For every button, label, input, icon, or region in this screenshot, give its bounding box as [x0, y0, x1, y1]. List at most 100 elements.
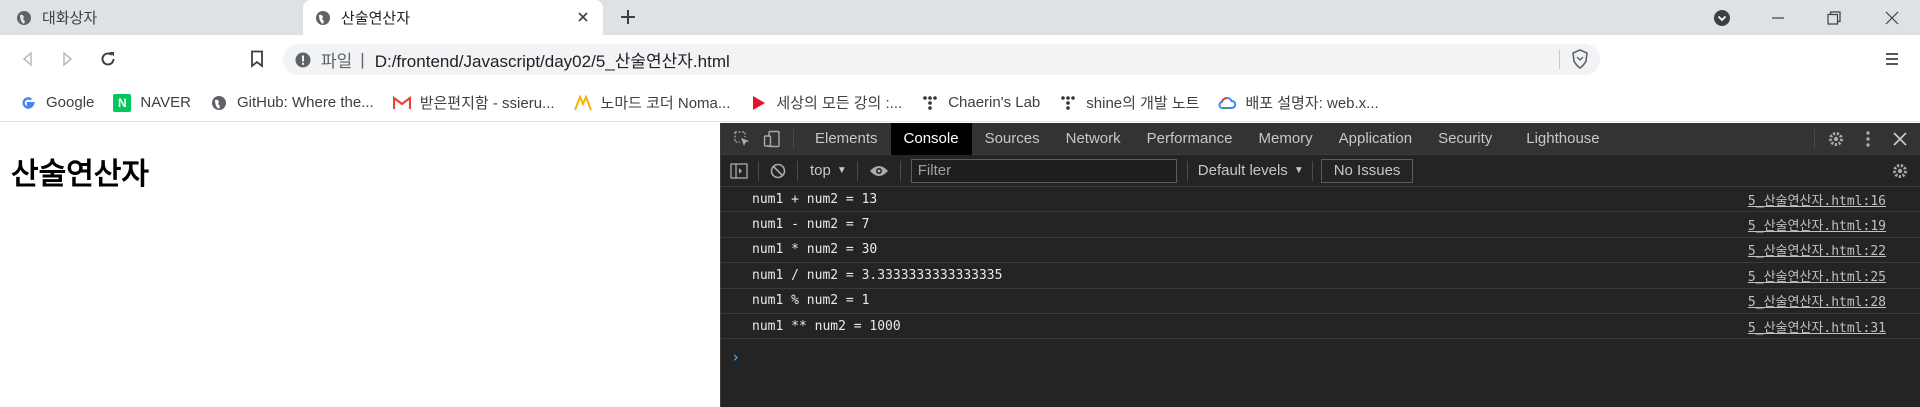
log-text: num1 / num2 = 3.3333333333333335 — [752, 267, 1003, 283]
dropdown-arrow-icon: ▼ — [836, 165, 847, 176]
tab-search-button[interactable] — [1694, 0, 1750, 35]
tab-arithmetic[interactable]: 산술연산자 — [303, 0, 603, 35]
bookmark-label: 세상의 모든 강의 :... — [776, 95, 903, 112]
console-toolbar: top ▼ Filter Default levels ▼ No Issues — [721, 155, 1920, 187]
browser-toolbar: 파일 | D:/frontend/Javascript/day02/5_산술연산… — [0, 35, 1920, 84]
source-link[interactable]: 5_산술연산자.html:22 — [1748, 240, 1886, 259]
filter-input[interactable]: Filter — [910, 158, 1177, 183]
source-link[interactable]: 5_산술연산자.html:25 — [1748, 266, 1886, 285]
tree-icon — [921, 94, 939, 112]
url-text[interactable]: D:/frontend/Javascript/day02/5_산술연산자.htm… — [375, 47, 730, 72]
reload-icon — [101, 52, 115, 66]
info-icon[interactable] — [295, 52, 311, 68]
bookmark-label: 배포 설명자: web.x... — [1245, 95, 1379, 112]
live-expression-button[interactable] — [868, 162, 890, 180]
bookmark-gmail[interactable]: 받은편지함 - ssieru... — [392, 92, 555, 113]
forward-button[interactable] — [55, 47, 79, 71]
tab-sources[interactable]: Sources — [972, 123, 1053, 155]
divider — [797, 160, 798, 181]
source-link[interactable]: 5_산술연산자.html:28 — [1748, 291, 1886, 310]
gear-icon — [1893, 164, 1907, 178]
tab-strip: 대화상자 산술연산자 — [0, 0, 1920, 35]
restore-button[interactable] — [1806, 0, 1862, 35]
nomad-icon — [573, 94, 592, 112]
bookmarks-bar: Google N NAVER GitHub: Where the... 받은편지… — [0, 84, 1920, 122]
close-icon[interactable] — [575, 9, 591, 25]
close-window-button[interactable] — [1864, 0, 1920, 35]
log-levels-dropdown[interactable]: Default levels ▼ — [1198, 162, 1304, 179]
bookmark-gcloud[interactable]: 배포 설명자: web.x... — [1218, 92, 1379, 113]
tab-memory[interactable]: Memory — [1246, 123, 1326, 155]
bookmark-label: Chaerin's Lab — [948, 94, 1041, 111]
brave-shield-icon[interactable] — [1570, 49, 1590, 70]
more-options-button[interactable] — [1859, 130, 1877, 148]
log-text: num1 + num2 = 13 — [752, 191, 878, 207]
close-devtools-button[interactable] — [1891, 130, 1909, 148]
tab-security[interactable]: Security — [1425, 123, 1505, 155]
divider — [1814, 129, 1815, 149]
bookmark-google[interactable]: Google — [19, 94, 94, 112]
device-toolbar-button[interactable] — [757, 123, 793, 155]
dropdown-arrow-icon: ▼ — [1293, 165, 1304, 176]
sidebar-toggle-button[interactable] — [730, 162, 748, 180]
bookmark-button[interactable] — [245, 47, 269, 71]
reload-button[interactable] — [96, 47, 120, 71]
divider — [899, 160, 901, 181]
console-settings-button[interactable] — [1891, 162, 1909, 180]
tab-application[interactable]: Application — [1326, 123, 1425, 155]
console-output: num1 + num2 = 13 5_산술연산자.html:16 num1 - … — [721, 187, 1920, 366]
page-heading: 산술연산자 — [11, 158, 149, 191]
divider — [856, 160, 858, 181]
tab-lighthouse[interactable]: Lighthouse — [1513, 123, 1612, 155]
tab-network[interactable]: Network — [1053, 123, 1134, 155]
bookmark-shine[interactable]: shine의 개발 노트 — [1059, 92, 1199, 113]
console-prompt[interactable]: › — [731, 348, 740, 366]
console-message: num1 / num2 = 3.3333333333333335 5_산술연산자… — [721, 263, 1920, 289]
bookmark-lectures[interactable]: 세상의 모든 강의 :... — [749, 92, 902, 113]
block-icon — [770, 163, 786, 178]
bookmark-label: GitHub: Where the... — [236, 94, 374, 111]
bookmark-label: Google — [46, 94, 95, 111]
source-link[interactable]: 5_산술연산자.html:16 — [1748, 190, 1886, 209]
new-tab-button[interactable] — [618, 7, 638, 27]
menu-button[interactable] — [1880, 47, 1904, 71]
log-levels-label: Default levels — [1197, 162, 1288, 179]
tab-dialog[interactable]: 대화상자 — [0, 0, 303, 35]
eye-icon — [869, 165, 888, 176]
bookmark-github[interactable]: GitHub: Where the... — [210, 94, 374, 112]
minimize-icon — [1772, 16, 1784, 19]
tab-elements[interactable]: Elements — [802, 123, 891, 155]
inspect-element-button[interactable] — [721, 123, 757, 155]
context-selector[interactable]: top ▼ — [810, 162, 847, 179]
source-link[interactable]: 5_산술연산자.html:19 — [1748, 215, 1886, 234]
context-value: top — [810, 162, 831, 179]
close-icon — [1885, 11, 1899, 24]
kebab-menu-icon — [1866, 131, 1870, 147]
console-message: num1 % num2 = 1 5_산술연산자.html:28 — [721, 289, 1920, 314]
bookmark-chaerin[interactable]: Chaerin's Lab — [921, 94, 1040, 112]
bookmark-label: 받은편지함 - ssieru... — [419, 95, 555, 112]
source-link[interactable]: 5_산술연산자.html:31 — [1748, 317, 1886, 336]
tab-console[interactable]: Console — [890, 122, 972, 155]
bookmark-label: shine의 개발 노트 — [1086, 95, 1200, 112]
clear-console-button[interactable] — [769, 162, 787, 180]
divider — [1186, 160, 1188, 181]
minimize-button[interactable] — [1750, 0, 1806, 35]
tab-performance[interactable]: Performance — [1134, 123, 1246, 155]
settings-button[interactable] — [1827, 130, 1845, 148]
tab-title: 산술연산자 — [341, 10, 411, 27]
back-button[interactable] — [16, 47, 40, 71]
log-text: num1 * num2 = 30 — [752, 242, 878, 258]
bookmark-nomad[interactable]: 노마드 코더 Noma... — [573, 92, 730, 113]
chevron-down-icon — [1714, 9, 1730, 26]
restore-icon — [1827, 10, 1841, 25]
globe-icon — [16, 10, 32, 26]
close-icon — [1893, 132, 1907, 146]
log-text: num1 ** num2 = 1000 — [752, 318, 901, 334]
device-icon — [763, 130, 780, 147]
bookmark-naver[interactable]: N NAVER — [113, 93, 191, 112]
issues-button[interactable]: No Issues — [1320, 158, 1414, 183]
globe-icon — [210, 94, 228, 112]
back-arrow-icon — [22, 51, 32, 67]
address-bar[interactable]: 파일 | D:/frontend/Javascript/day02/5_산술연산… — [283, 44, 1600, 75]
